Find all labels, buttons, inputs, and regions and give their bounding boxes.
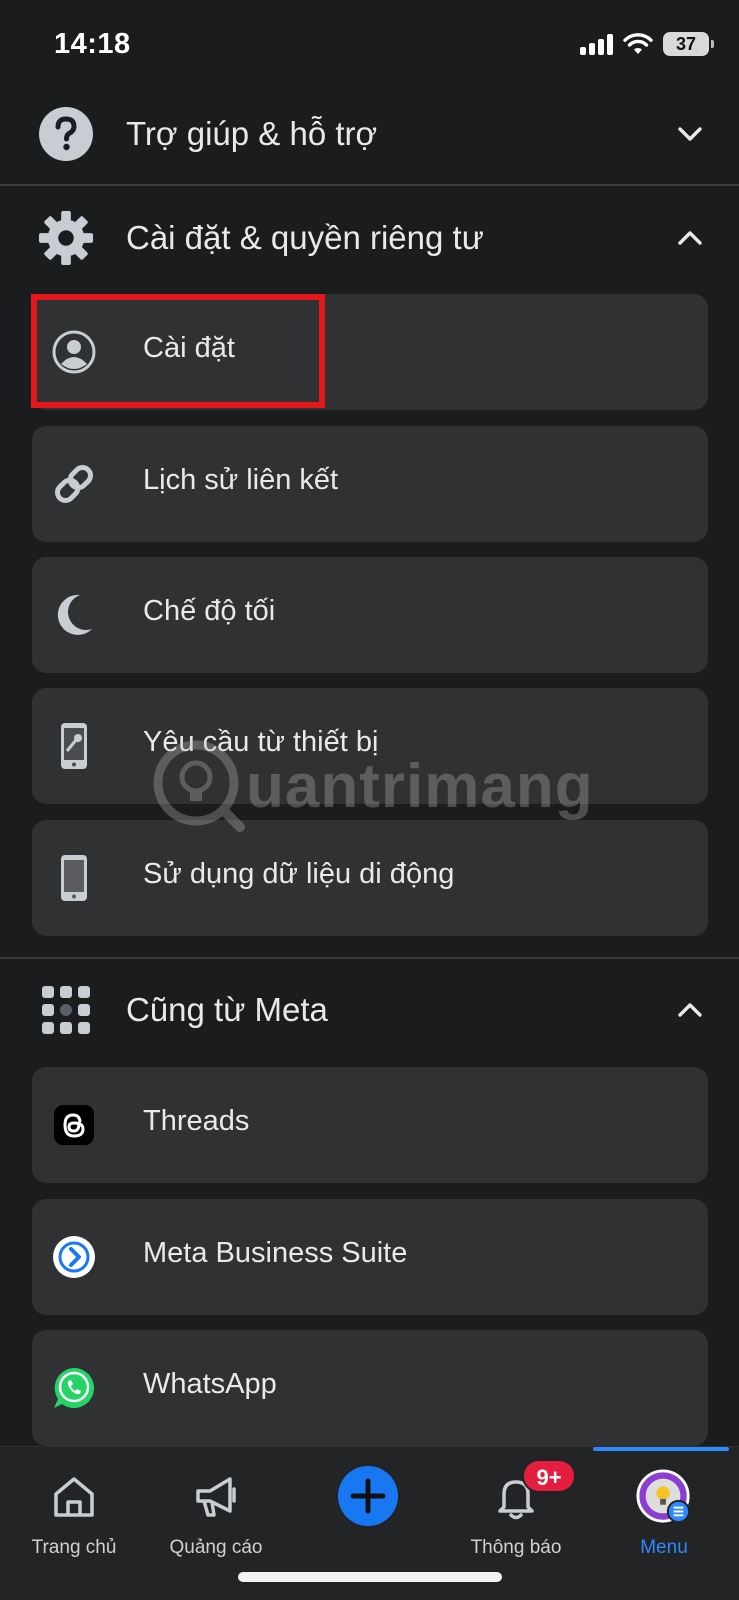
section-from-meta-label: Cũng từ Meta [126, 991, 328, 1028]
status-icons: 37 [580, 32, 714, 56]
profile-settings-icon [52, 330, 96, 374]
menu-item-settings[interactable]: Cài đặt [32, 294, 708, 410]
moon-icon [52, 593, 96, 637]
divider [0, 957, 739, 959]
profile-avatar-icon [636, 1469, 692, 1525]
menu-item-label: Yêu cầu từ thiết bị [143, 726, 379, 758]
nav-home-label: Trang chủ [31, 1537, 117, 1558]
nav-notifications-label: Thông báo [470, 1537, 562, 1558]
nav-ads[interactable]: Quảng cáo [142, 1447, 290, 1587]
menu-item-label: Lịch sử liên kết [143, 464, 339, 496]
menu-item-device-requests[interactable]: Yêu cầu từ thiết bị [32, 688, 708, 804]
link-icon [52, 462, 96, 506]
status-bar: 14:18 37 [0, 0, 739, 92]
menu-item-label: Chế độ tối [143, 595, 276, 627]
wifi-icon [623, 33, 653, 54]
meta-business-suite-icon [52, 1235, 96, 1279]
nav-create-button[interactable] [294, 1447, 442, 1587]
chevron-up-icon[interactable] [677, 997, 703, 1023]
menu-item-label: Sử dụng dữ liệu di động [143, 858, 455, 890]
nav-menu-label: Menu [640, 1537, 688, 1558]
section-from-meta[interactable]: Cũng từ Meta [0, 960, 739, 1060]
megaphone-icon [188, 1469, 244, 1525]
device-key-icon [52, 723, 96, 769]
threads-icon [52, 1103, 96, 1147]
section-settings-privacy-label: Cài đặt & quyền riêng tư [126, 219, 484, 256]
nav-ads-label: Quảng cáo [169, 1537, 263, 1558]
menu-item-dark-mode[interactable]: Chế độ tối [32, 557, 708, 673]
notification-badge: 9+ [522, 1459, 576, 1493]
question-circle-icon [38, 106, 94, 162]
battery-indicator: 37 [663, 32, 714, 56]
menu-item-label: Threads [143, 1105, 250, 1137]
home-icon [46, 1469, 102, 1525]
menu-item-label: Meta Business Suite [143, 1237, 408, 1269]
menu-item-meta-business-suite[interactable]: Meta Business Suite [32, 1199, 708, 1315]
chevron-down-icon[interactable] [677, 121, 703, 147]
phone-icon [52, 855, 96, 901]
menu-item-label: Cài đặt [143, 332, 235, 364]
section-settings-privacy[interactable]: Cài đặt & quyền riêng tư [0, 188, 739, 288]
whatsapp-icon [52, 1366, 96, 1410]
status-time: 14:18 [54, 28, 131, 60]
home-indicator [238, 1572, 502, 1582]
section-help-support[interactable]: Trợ giúp & hỗ trợ [0, 84, 739, 184]
menu-item-whatsapp[interactable]: WhatsApp [32, 1330, 708, 1446]
menu-item-label: WhatsApp [143, 1368, 277, 1400]
chevron-up-icon[interactable] [677, 225, 703, 251]
nav-menu[interactable]: Menu [590, 1447, 738, 1587]
menu-item-link-history[interactable]: Lịch sử liên kết [32, 426, 708, 542]
facebook-menu-screen: 14:18 37 Trợ giúp & hỗ trợ Cài đặt & quy… [0, 0, 739, 1600]
menu-item-mobile-data[interactable]: Sử dụng dữ liệu di động [32, 820, 708, 936]
nav-home[interactable]: Trang chủ [0, 1447, 148, 1587]
nav-notifications[interactable]: 9+ Thông báo [442, 1447, 590, 1587]
grid-icon [38, 982, 94, 1038]
divider [0, 184, 739, 186]
menu-item-threads[interactable]: Threads [32, 1067, 708, 1183]
section-help-support-label: Trợ giúp & hỗ trợ [126, 115, 378, 152]
cellular-signal-icon [580, 33, 613, 55]
gear-icon [38, 210, 94, 266]
plus-icon [337, 1465, 399, 1527]
